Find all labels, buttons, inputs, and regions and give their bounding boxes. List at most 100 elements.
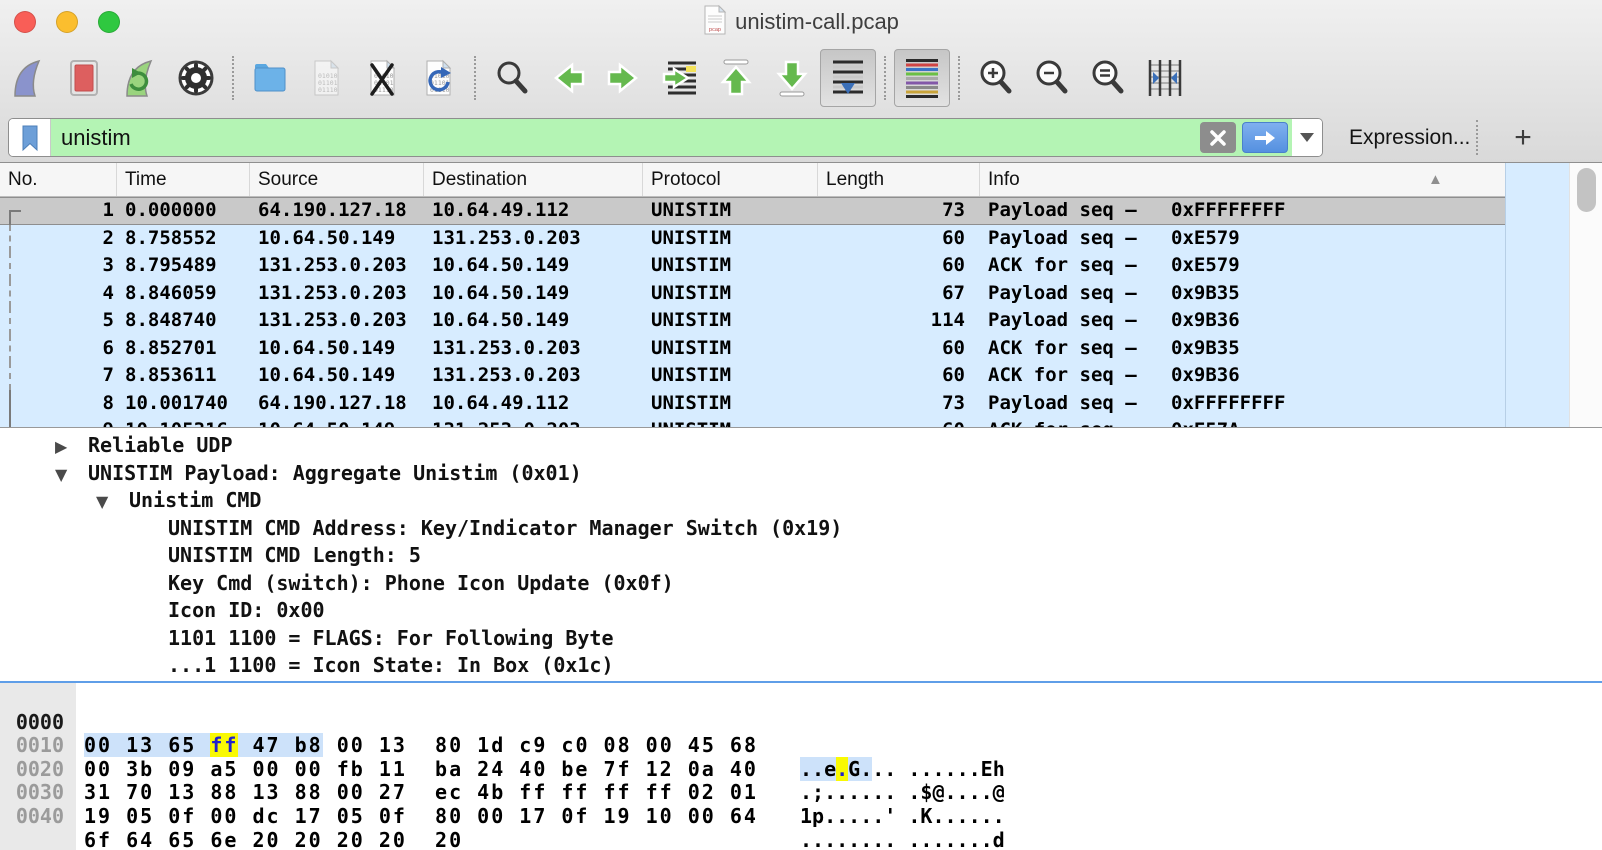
scrollbar-thumb[interactable] [1577, 168, 1596, 212]
hex-bytes[interactable]: 19 05 0f 00 dc 17 05 0f 80 00 17 0f 19 1… [84, 804, 758, 829]
column-header-length[interactable]: Length [818, 163, 980, 196]
detail-row[interactable]: ▶ Reliable UDP [0, 432, 1602, 460]
zoom-out-button[interactable] [1024, 50, 1080, 106]
hex-row[interactable]: 0010 00 3b 09 a5 00 00 fb 11 ba 24 40 be… [0, 711, 1602, 804]
filter-history-dropdown[interactable] [1292, 119, 1322, 156]
minimize-window-button[interactable] [56, 11, 78, 33]
expanded-expander-icon[interactable]: ▼ [55, 461, 88, 489]
packet-details-pane: ▶ Reliable UDP ▼ UNISTIM Payload: Aggregat… [0, 429, 1602, 681]
detail-row[interactable]: Icon ID: 0x00 [0, 597, 1602, 625]
detail-row[interactable]: 1101 1100 = FLAGS: For Following Byte [0, 625, 1602, 653]
packet-row[interactable]: 3 8.795489 131.253.0.203 10.64.50.149 UNIS… [0, 252, 1505, 280]
filter-clear-button[interactable] [1200, 122, 1236, 153]
detail-text: UNISTIM Payload: Aggregate Unistim (0x01… [88, 460, 582, 485]
detail-text: Icon ID: 0x00 [168, 598, 325, 622]
detail-row[interactable]: ...1 1100 = Icon State: In Box (0x1c) [0, 652, 1602, 680]
zoom-reset-button[interactable] [1080, 50, 1136, 106]
go-forward-button[interactable] [596, 50, 652, 106]
main-toolbar: 010100110101110 010100110101110 01010011… [0, 44, 1602, 112]
detail-row[interactable]: UNISTIM CMD Address: Key/Indicator Manag… [0, 515, 1602, 543]
detail-row[interactable]: UNISTIM CMD Length: 5 [0, 542, 1602, 570]
column-header-protocol[interactable]: Protocol [643, 163, 818, 196]
packet-row[interactable]: 4 8.846059 131.253.0.203 10.64.50.149 UNIS… [0, 279, 1505, 307]
filter-apply-button[interactable] [1242, 122, 1288, 153]
display-filter-input[interactable]: unistim [8, 118, 1323, 157]
resize-columns-button[interactable] [1136, 50, 1192, 106]
hex-offset: 0040 [15, 803, 64, 828]
hex-row[interactable]: 0040 6f 64 65 6e 20 20 20 20 20 oden [0, 781, 1602, 850]
zoom-window-button[interactable] [98, 11, 120, 33]
add-filter-button[interactable]: + [1503, 112, 1543, 163]
folder-icon [254, 64, 286, 92]
packet-row[interactable]: 2 8.758552 10.64.50.149 131.253.0.203 UNIS… [0, 224, 1505, 252]
go-to-packet-icon [662, 61, 696, 95]
zoom-in-button[interactable] [968, 50, 1024, 106]
hex-ascii[interactable]: ........ .......d [800, 828, 1005, 850]
column-header-info[interactable]: Info [980, 163, 1505, 196]
column-header-no[interactable]: No. [0, 163, 117, 196]
file-save-button[interactable]: 01010 01101 01110 [298, 50, 354, 106]
hex-bytes[interactable]: 6f 64 65 6e 20 20 20 20 20 [84, 828, 463, 850]
packet-row-partial[interactable]: 9 10.10531610.64.50.149 131.253.0.203UNI… [0, 417, 1505, 427]
file-close-button[interactable]: 010100110101110 [354, 50, 410, 106]
toolbar-separator [232, 56, 234, 100]
detail-row[interactable]: Key Cmd (switch): Phone Icon Update (0x0… [0, 570, 1602, 598]
related-packet-mark-icon [9, 210, 21, 225]
related-packet-mark-icon [9, 307, 21, 335]
packet-row[interactable]: 8 10.001740 64.190.127.18 10.64.49.112 UNI… [0, 389, 1505, 417]
packet-row[interactable]: 7 8.853611 10.64.50.149 131.253.0.203 UNIS… [0, 362, 1505, 390]
packet-rows: 1 0.000000 64.190.127.18 10.64.49.112 UNIS… [0, 197, 1505, 427]
zoom-in-icon [980, 60, 1012, 94]
go-last-button[interactable] [764, 50, 820, 106]
titlebar: pcap unistim-call.pcap [0, 0, 1602, 44]
capture-start-button[interactable] [0, 50, 56, 106]
zoom-out-icon [1036, 60, 1068, 94]
file-open-button[interactable] [242, 50, 298, 106]
expanded-expander-icon[interactable]: ▼ [96, 488, 129, 516]
packet-row[interactable]: 1 0.000000 64.190.127.18 10.64.49.112 UNIS… [0, 197, 1505, 225]
packet-row[interactable]: 5 8.848740 131.253.0.203 10.64.50.149 UNIS… [0, 307, 1505, 335]
go-back-button[interactable] [540, 50, 596, 106]
hex-ascii[interactable]: 1p.....' .K...... [800, 804, 1005, 829]
file-reload-button[interactable]: 01010 01101 01110 [410, 50, 466, 106]
column-header-time[interactable]: Time [117, 163, 250, 196]
detail-text: UNISTIM CMD Length: 5 [168, 543, 421, 567]
go-first-button[interactable] [708, 50, 764, 106]
bookmark-icon [22, 125, 37, 151]
arrow-left-icon [554, 62, 585, 94]
hex-bytes-pane: 0000 00 13 65 ff 47 b8 00 13 80 1d c9 c0… [0, 681, 1602, 850]
detail-row[interactable]: ▼ UNISTIM Payload: Aggregate Unistim (0x0… [0, 460, 1602, 488]
related-packet-mark-icon [9, 334, 21, 362]
capture-options-button[interactable] [168, 50, 224, 106]
auto-scroll-toggle[interactable] [820, 49, 876, 107]
chevron-down-icon [1300, 133, 1314, 142]
column-header-destination[interactable]: Destination [424, 163, 643, 196]
filterbar-separator [1476, 120, 1478, 155]
hex-row[interactable]: 0030 19 05 0f 00 dc 17 05 0f 80 00 17 0f… [0, 758, 1602, 850]
hex-row[interactable]: 0020 31 70 13 88 13 88 00 27 ec 4b ff ff… [0, 734, 1602, 827]
packet-list-scrollbar[interactable] [1569, 163, 1602, 427]
packet-list-header: No. Time Source Destination Protocol Len… [0, 163, 1505, 197]
collapsed-expander-icon[interactable]: ▶ [55, 433, 88, 461]
expression-button[interactable]: Expression... [1349, 112, 1470, 163]
capture-restart-button[interactable] [112, 50, 168, 106]
related-packet-mark-icon [9, 417, 21, 427]
gear-icon [178, 60, 214, 96]
detail-row[interactable]: ▼ Unistim CMD [0, 487, 1602, 515]
colorize-toggle[interactable] [894, 49, 950, 107]
detail-text: 1101 1100 = FLAGS: For Following Byte [168, 625, 614, 650]
filter-bookmark-button[interactable] [9, 119, 51, 156]
find-packet-button[interactable] [484, 50, 540, 106]
detail-text: Reliable UDP [88, 433, 233, 457]
related-packet-mark-icon [9, 224, 21, 252]
packet-row[interactable]: 6 8.852701 10.64.50.149 131.253.0.203 UNIS… [0, 334, 1505, 362]
hex-row[interactable]: 0000 00 13 65 ff 47 b8 00 13 80 1d c9 c0… [0, 687, 1602, 781]
close-icon [1210, 129, 1226, 146]
filter-value[interactable]: unistim [51, 125, 131, 151]
go-to-packet-button[interactable] [652, 50, 708, 106]
capture-stop-button[interactable] [56, 50, 112, 106]
column-header-source[interactable]: Source [250, 163, 424, 196]
close-window-button[interactable] [14, 11, 36, 33]
packet-list-minimap[interactable] [1505, 163, 1569, 427]
traffic-lights [14, 11, 120, 33]
